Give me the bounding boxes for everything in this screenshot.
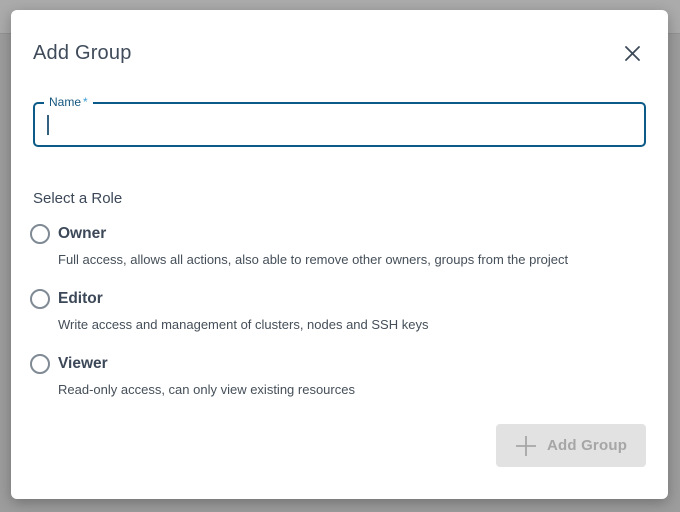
radio-button-icon[interactable] (30, 354, 50, 374)
add-group-button-label: Add Group (547, 437, 627, 454)
role-option-editor: Editor Write access and management of cl… (30, 289, 646, 333)
required-asterisk: * (83, 95, 88, 109)
role-viewer-radio-row[interactable]: Viewer (30, 354, 646, 374)
role-editor-description: Write access and management of clusters,… (58, 317, 646, 333)
radio-button-icon[interactable] (30, 224, 50, 244)
role-owner-label: Owner (58, 224, 106, 244)
radio-button-icon[interactable] (30, 289, 50, 309)
role-owner-radio-row[interactable]: Owner (30, 224, 646, 244)
close-button[interactable] (620, 41, 644, 65)
role-option-owner: Owner Full access, allows all actions, a… (30, 224, 646, 268)
close-icon (624, 45, 641, 62)
name-input[interactable] (35, 104, 644, 145)
name-field-label: Name* (44, 95, 93, 110)
role-owner-description: Full access, allows all actions, also ab… (58, 252, 646, 268)
name-field-outline: Name* (33, 102, 646, 147)
name-field-label-text: Name (49, 95, 81, 109)
role-option-viewer: Viewer Read-only access, can only view e… (30, 354, 646, 398)
role-viewer-label: Viewer (58, 354, 108, 374)
dialog-title: Add Group (33, 41, 132, 65)
role-section-label: Select a Role (33, 190, 646, 208)
role-editor-label: Editor (58, 289, 103, 309)
dialog-header: Add Group (33, 10, 646, 65)
role-editor-radio-row[interactable]: Editor (30, 289, 646, 309)
plus-icon (515, 435, 537, 457)
add-group-dialog: Add Group Name* Select a Role Owner Full… (11, 10, 668, 499)
add-group-button[interactable]: Add Group (496, 424, 646, 467)
role-viewer-description: Read-only access, can only view existing… (58, 382, 646, 398)
